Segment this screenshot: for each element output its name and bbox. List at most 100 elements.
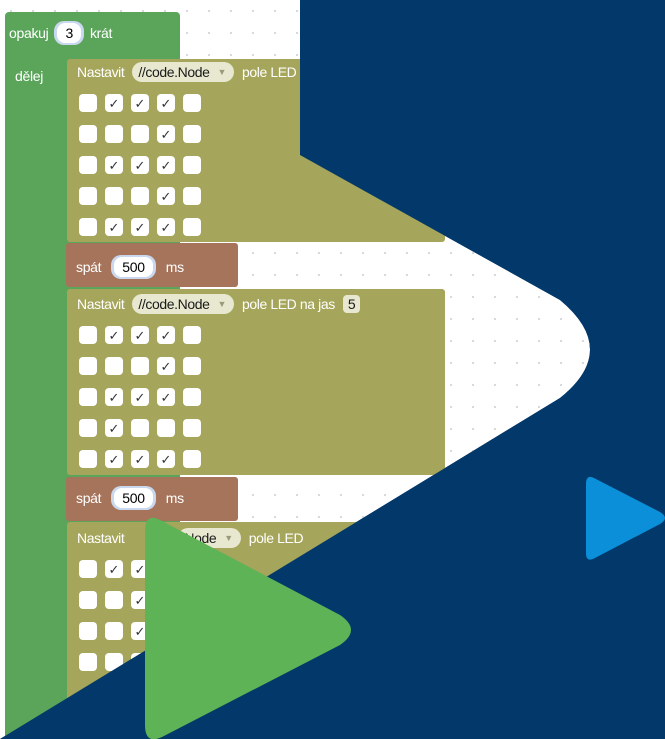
- led-cell-off[interactable]: [79, 94, 97, 112]
- led-cell-off[interactable]: [157, 419, 175, 437]
- led-cell-off[interactable]: [79, 156, 97, 174]
- led-cell-off[interactable]: [157, 560, 175, 578]
- brightness-input[interactable]: 5: [342, 63, 361, 81]
- repeat-count-input[interactable]: 3: [54, 21, 84, 45]
- led-cell-on[interactable]: ✓: [157, 218, 175, 236]
- led-cell-on[interactable]: ✓: [131, 388, 149, 406]
- sleep-value-input[interactable]: 500: [111, 486, 156, 510]
- led-cell-off[interactable]: [183, 94, 201, 112]
- led-cell-on[interactable]: ✓: [157, 326, 175, 344]
- led-cell-off[interactable]: [131, 125, 149, 143]
- check-icon: ✓: [134, 451, 146, 467]
- set-label: Nastavit: [77, 296, 125, 312]
- led-cell-off[interactable]: [183, 156, 201, 174]
- led-cell-on[interactable]: ✓: [105, 450, 123, 468]
- sleep-label: spát: [76, 490, 102, 506]
- led-cell-off[interactable]: [183, 357, 201, 375]
- led-cell-off[interactable]: [79, 218, 97, 236]
- led-cell-off[interactable]: [131, 187, 149, 205]
- led-cell-on[interactable]: ✓: [131, 560, 149, 578]
- led-cell-off[interactable]: [183, 653, 201, 671]
- device-dropdown[interactable]: //code.Node ▼: [132, 294, 234, 314]
- led-cell-off[interactable]: [157, 622, 175, 640]
- led-cell-off[interactable]: [105, 622, 123, 640]
- check-icon: ✓: [134, 389, 146, 405]
- led-cell-on[interactable]: ✓: [131, 591, 149, 609]
- led-cell-off[interactable]: [131, 653, 149, 671]
- led-cell-on[interactable]: ✓: [131, 94, 149, 112]
- check-icon: ✓: [160, 451, 172, 467]
- repeat-do-label: dělej: [15, 68, 44, 84]
- led-matrix: ✓ ✓ ✓ ✓: [79, 560, 201, 671]
- sleep-header: spát 500 ms: [76, 255, 184, 279]
- led-cell-off[interactable]: [183, 591, 201, 609]
- led-cell-on[interactable]: ✓: [131, 156, 149, 174]
- led-matrix: ✓ ✓ ✓ ✓ ✓ ✓ ✓ ✓ ✓ ✓ ✓: [79, 326, 201, 468]
- led-cell-off[interactable]: [79, 326, 97, 344]
- led-cell-off[interactable]: [79, 187, 97, 205]
- led-matrix: ✓ ✓ ✓ ✓ ✓ ✓ ✓ ✓ ✓ ✓ ✓: [79, 94, 201, 236]
- led-cell-off[interactable]: [79, 357, 97, 375]
- led-cell-off[interactable]: [131, 357, 149, 375]
- brightness-input[interactable]: 5: [342, 295, 361, 313]
- led-cell-on[interactable]: ✓: [131, 326, 149, 344]
- led-cell-off[interactable]: [183, 388, 201, 406]
- led-cell-off[interactable]: [183, 450, 201, 468]
- led-cell-on[interactable]: ✓: [157, 187, 175, 205]
- led-cell-off[interactable]: [79, 419, 97, 437]
- led-cell-off[interactable]: [183, 218, 201, 236]
- sleep-value[interactable]: 500: [114, 488, 153, 508]
- led-cell-on[interactable]: ✓: [157, 388, 175, 406]
- check-icon: ✓: [160, 219, 172, 235]
- led-cell-off[interactable]: [105, 591, 123, 609]
- led-cell-off[interactable]: [157, 591, 175, 609]
- led-cell-off[interactable]: [79, 653, 97, 671]
- led-cell-off[interactable]: [79, 622, 97, 640]
- led-cell-on[interactable]: ✓: [157, 357, 175, 375]
- led-cell-off[interactable]: [105, 187, 123, 205]
- sleep-header: spát 500 ms: [76, 486, 184, 510]
- device-dropdown[interactable]: Node ▼: [178, 528, 241, 548]
- led-cell-off[interactable]: [183, 419, 201, 437]
- led-brightness-label: pole LED na jas: [242, 296, 335, 312]
- led-cell-on[interactable]: ✓: [105, 388, 123, 406]
- led-cell-on[interactable]: ✓: [105, 560, 123, 578]
- led-cell-off[interactable]: [79, 125, 97, 143]
- check-icon: ✓: [108, 561, 120, 577]
- led-cell-on[interactable]: ✓: [157, 450, 175, 468]
- led-cell-off[interactable]: [79, 560, 97, 578]
- led-cell-on[interactable]: ✓: [131, 218, 149, 236]
- sleep-value[interactable]: 500: [114, 257, 153, 277]
- led-cell-on[interactable]: ✓: [105, 218, 123, 236]
- sleep-value-input[interactable]: 500: [111, 255, 156, 279]
- led-cell-off[interactable]: [183, 187, 201, 205]
- device-dropdown[interactable]: //code.Node ▼: [132, 62, 234, 82]
- led-cell-off[interactable]: [79, 388, 97, 406]
- check-icon: ✓: [108, 95, 120, 111]
- led-cell-off[interactable]: [131, 419, 149, 437]
- led-cell-on[interactable]: ✓: [105, 326, 123, 344]
- led-cell-off[interactable]: [183, 622, 201, 640]
- led-cell-off[interactable]: [183, 560, 201, 578]
- check-icon: ✓: [160, 389, 172, 405]
- led-cell-off[interactable]: [157, 653, 175, 671]
- check-icon: ✓: [134, 219, 146, 235]
- led-cell-on[interactable]: ✓: [157, 156, 175, 174]
- led-cell-off[interactable]: [183, 326, 201, 344]
- led-cell-off[interactable]: [105, 653, 123, 671]
- led-cell-on[interactable]: ✓: [131, 622, 149, 640]
- led-cell-off[interactable]: [79, 450, 97, 468]
- led-cell-off[interactable]: [105, 125, 123, 143]
- led-cell-on[interactable]: ✓: [105, 156, 123, 174]
- led-cell-on[interactable]: ✓: [105, 94, 123, 112]
- led-cell-on[interactable]: ✓: [157, 125, 175, 143]
- led-cell-on[interactable]: ✓: [131, 450, 149, 468]
- led-cell-on[interactable]: ✓: [105, 419, 123, 437]
- check-icon: ✓: [160, 95, 172, 111]
- led-cell-off[interactable]: [79, 591, 97, 609]
- repeat-count-value[interactable]: 3: [57, 23, 81, 43]
- led-cell-off[interactable]: [183, 125, 201, 143]
- led-cell-on[interactable]: ✓: [157, 94, 175, 112]
- led-cell-off[interactable]: [105, 357, 123, 375]
- sleep-unit: ms: [165, 259, 184, 275]
